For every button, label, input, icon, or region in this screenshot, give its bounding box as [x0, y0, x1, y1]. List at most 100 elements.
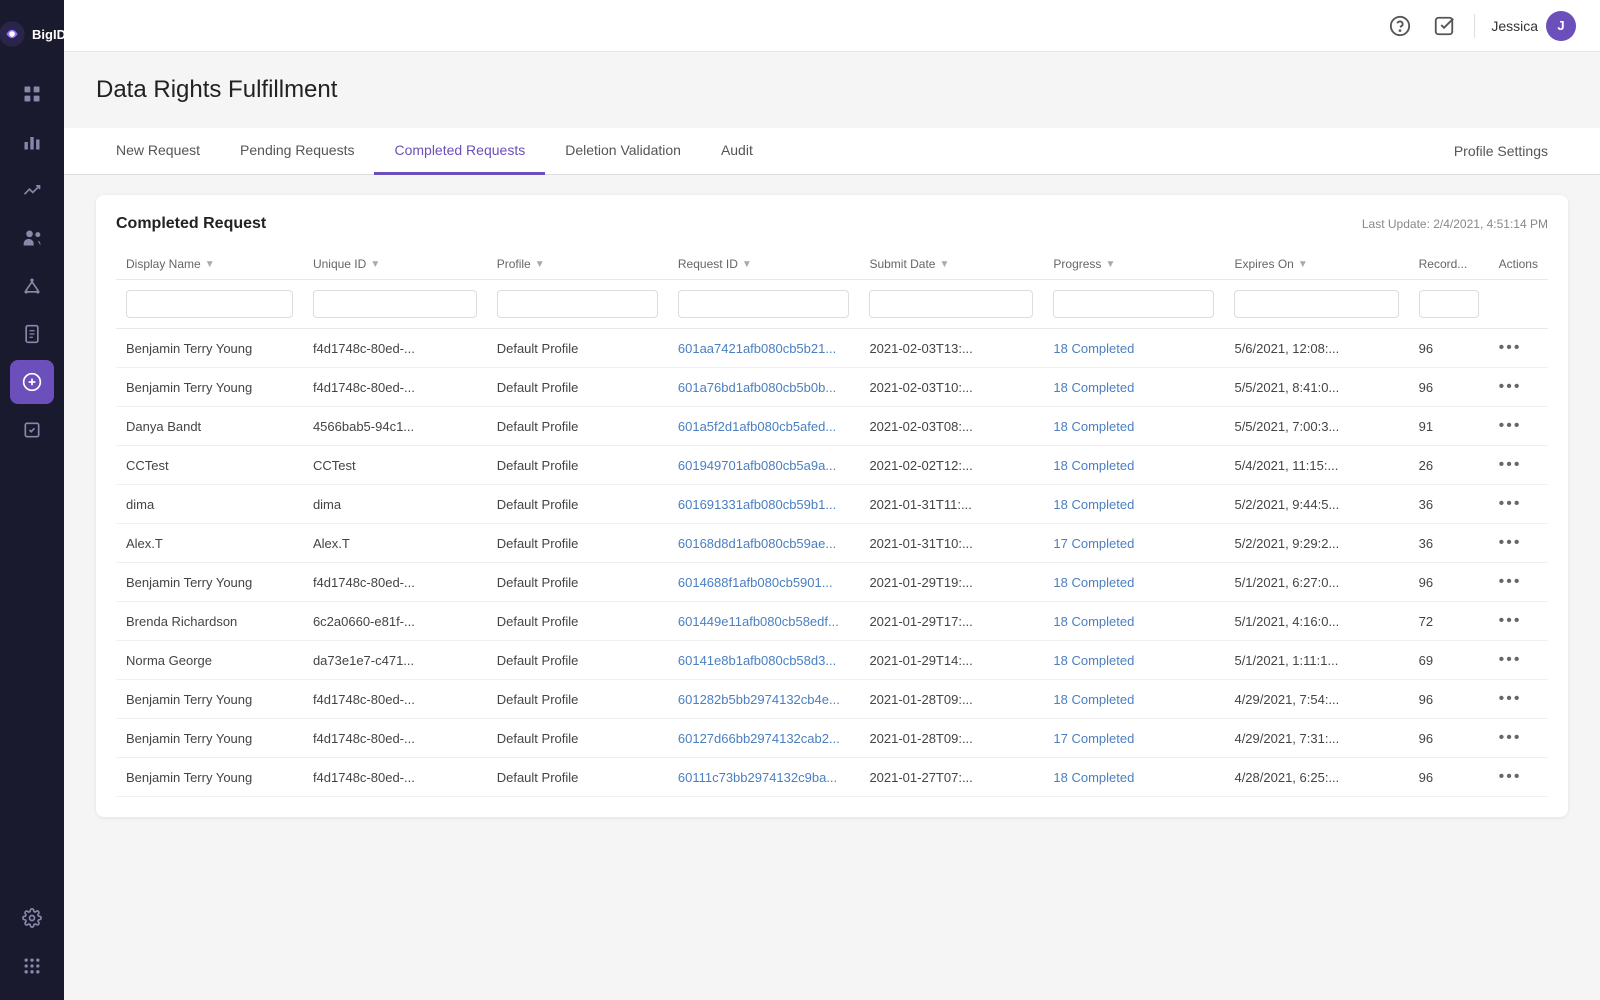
tab-pending-requests[interactable]: Pending Requests [220, 128, 374, 175]
col-header-expires-on[interactable]: Expires On▼ [1224, 249, 1408, 280]
cell-progress[interactable]: 18 Completed [1043, 407, 1224, 446]
cell-display-name: Benjamin Terry Young [116, 719, 303, 758]
cell-actions[interactable]: ••• [1489, 368, 1548, 407]
cell-expires-on: 5/5/2021, 8:41:0... [1224, 368, 1408, 407]
cell-records: 26 [1409, 446, 1489, 485]
sidebar-item-connections[interactable] [10, 264, 54, 308]
cell-progress[interactable]: 18 Completed [1043, 485, 1224, 524]
tab-new-request[interactable]: New Request [96, 128, 220, 175]
cell-progress[interactable]: 18 Completed [1043, 680, 1224, 719]
cell-actions[interactable]: ••• [1489, 563, 1548, 602]
cell-unique-id: 4566bab5-94c1... [303, 407, 487, 446]
cell-actions[interactable]: ••• [1489, 758, 1548, 797]
cell-actions[interactable]: ••• [1489, 446, 1548, 485]
cell-progress[interactable]: 18 Completed [1043, 602, 1224, 641]
notifications-icon[interactable] [1430, 12, 1458, 40]
cell-expires-on: 5/4/2021, 11:15:... [1224, 446, 1408, 485]
tab-audit[interactable]: Audit [701, 128, 773, 175]
sidebar-item-analytics[interactable] [10, 120, 54, 164]
filter-records[interactable] [1419, 290, 1479, 318]
col-header-unique-id[interactable]: Unique ID▼ [303, 249, 487, 280]
cell-progress[interactable]: 18 Completed [1043, 446, 1224, 485]
filter-progress[interactable] [1053, 290, 1214, 318]
cell-records: 69 [1409, 641, 1489, 680]
cell-request-id[interactable]: 60111c73bb2974132c9ba... [668, 758, 860, 797]
col-header-profile[interactable]: Profile▼ [487, 249, 668, 280]
cell-request-id[interactable]: 601282b5bb2974132cb4e... [668, 680, 860, 719]
filter-request-id[interactable] [678, 290, 850, 318]
cell-profile: Default Profile [487, 446, 668, 485]
filter-display-name[interactable] [126, 290, 293, 318]
filter-expires-on[interactable] [1234, 290, 1398, 318]
cell-actions[interactable]: ••• [1489, 329, 1548, 368]
cell-unique-id: f4d1748c-80ed-... [303, 329, 487, 368]
cell-unique-id: f4d1748c-80ed-... [303, 563, 487, 602]
cell-progress[interactable]: 18 Completed [1043, 563, 1224, 602]
col-header-display-name[interactable]: Display Name▼ [116, 249, 303, 280]
cell-request-id[interactable]: 601449e11afb080cb58edf... [668, 602, 860, 641]
filter-unique-id[interactable] [313, 290, 477, 318]
cell-actions[interactable]: ••• [1489, 719, 1548, 758]
cell-request-id[interactable]: 601691331afb080cb59b1... [668, 485, 860, 524]
cell-request-id[interactable]: 6014688f1afb080cb5901... [668, 563, 860, 602]
cell-records: 96 [1409, 329, 1489, 368]
sidebar-item-dashboard[interactable] [10, 72, 54, 116]
cell-progress[interactable]: 18 Completed [1043, 641, 1224, 680]
sidebar-item-drf[interactable] [10, 360, 54, 404]
table-row: dima dima Default Profile 601691331afb08… [116, 485, 1548, 524]
cell-actions[interactable]: ••• [1489, 602, 1548, 641]
user-menu[interactable]: Jessica J [1491, 11, 1576, 41]
tab-completed-requests[interactable]: Completed Requests [374, 128, 545, 175]
completed-requests-table: Display Name▼ Unique ID▼ Profile▼ Reques… [116, 249, 1548, 797]
col-header-request-id[interactable]: Request ID▼ [668, 249, 860, 280]
sidebar-item-tasks[interactable] [10, 408, 54, 452]
cell-expires-on: 4/29/2021, 7:54:... [1224, 680, 1408, 719]
col-header-submit-date[interactable]: Submit Date▼ [859, 249, 1043, 280]
cell-progress[interactable]: 18 Completed [1043, 758, 1224, 797]
cell-profile: Default Profile [487, 602, 668, 641]
cell-actions[interactable]: ••• [1489, 407, 1548, 446]
filter-profile[interactable] [497, 290, 658, 318]
cell-submit-date: 2021-01-29T17:... [859, 602, 1043, 641]
app-logo[interactable]: BigID [0, 12, 74, 56]
sidebar-item-apps[interactable] [10, 944, 54, 988]
cell-submit-date: 2021-02-03T13:... [859, 329, 1043, 368]
cell-records: 96 [1409, 368, 1489, 407]
tab-deletion-validation[interactable]: Deletion Validation [545, 128, 701, 175]
cell-progress[interactable]: 17 Completed [1043, 719, 1224, 758]
cell-submit-date: 2021-02-03T08:... [859, 407, 1043, 446]
sidebar-item-reports[interactable] [10, 312, 54, 356]
col-header-records[interactable]: Record... [1409, 249, 1489, 280]
cell-request-id[interactable]: 601a5f2d1afb080cb5afed... [668, 407, 860, 446]
sidebar-item-settings[interactable] [10, 896, 54, 940]
table-row: Benjamin Terry Young f4d1748c-80ed-... D… [116, 719, 1548, 758]
cell-request-id[interactable]: 601aa7421afb080cb5b21... [668, 329, 860, 368]
cell-profile: Default Profile [487, 329, 668, 368]
cell-actions[interactable]: ••• [1489, 641, 1548, 680]
cell-request-id[interactable]: 601a76bd1afb080cb5b0b... [668, 368, 860, 407]
sidebar-item-chart[interactable] [10, 168, 54, 212]
cell-display-name: Alex.T [116, 524, 303, 563]
cell-submit-date: 2021-01-31T11:... [859, 485, 1043, 524]
cell-actions[interactable]: ••• [1489, 485, 1548, 524]
cell-request-id[interactable]: 60127d66bb2974132cab2... [668, 719, 860, 758]
table-row: Benjamin Terry Young f4d1748c-80ed-... D… [116, 368, 1548, 407]
cell-submit-date: 2021-02-03T10:... [859, 368, 1043, 407]
cell-profile: Default Profile [487, 563, 668, 602]
filter-submit-date[interactable] [869, 290, 1033, 318]
cell-actions[interactable]: ••• [1489, 680, 1548, 719]
col-header-progress[interactable]: Progress▼ [1043, 249, 1224, 280]
cell-progress[interactable]: 18 Completed [1043, 368, 1224, 407]
cell-unique-id: 6c2a0660-e81f-... [303, 602, 487, 641]
cell-actions[interactable]: ••• [1489, 524, 1548, 563]
tab-profile-settings[interactable]: Profile Settings [1434, 129, 1568, 173]
card-header: Completed Request Last Update: 2/4/2021,… [116, 215, 1548, 233]
cell-request-id[interactable]: 60168d8d1afb080cb59ae... [668, 524, 860, 563]
cell-progress[interactable]: 17 Completed [1043, 524, 1224, 563]
cell-request-id[interactable]: 60141e8b1afb080cb58d3... [668, 641, 860, 680]
cell-request-id[interactable]: 601949701afb080cb5a9a... [668, 446, 860, 485]
sidebar-item-users[interactable] [10, 216, 54, 260]
cell-expires-on: 5/5/2021, 7:00:3... [1224, 407, 1408, 446]
help-icon[interactable] [1386, 12, 1414, 40]
cell-progress[interactable]: 18 Completed [1043, 329, 1224, 368]
